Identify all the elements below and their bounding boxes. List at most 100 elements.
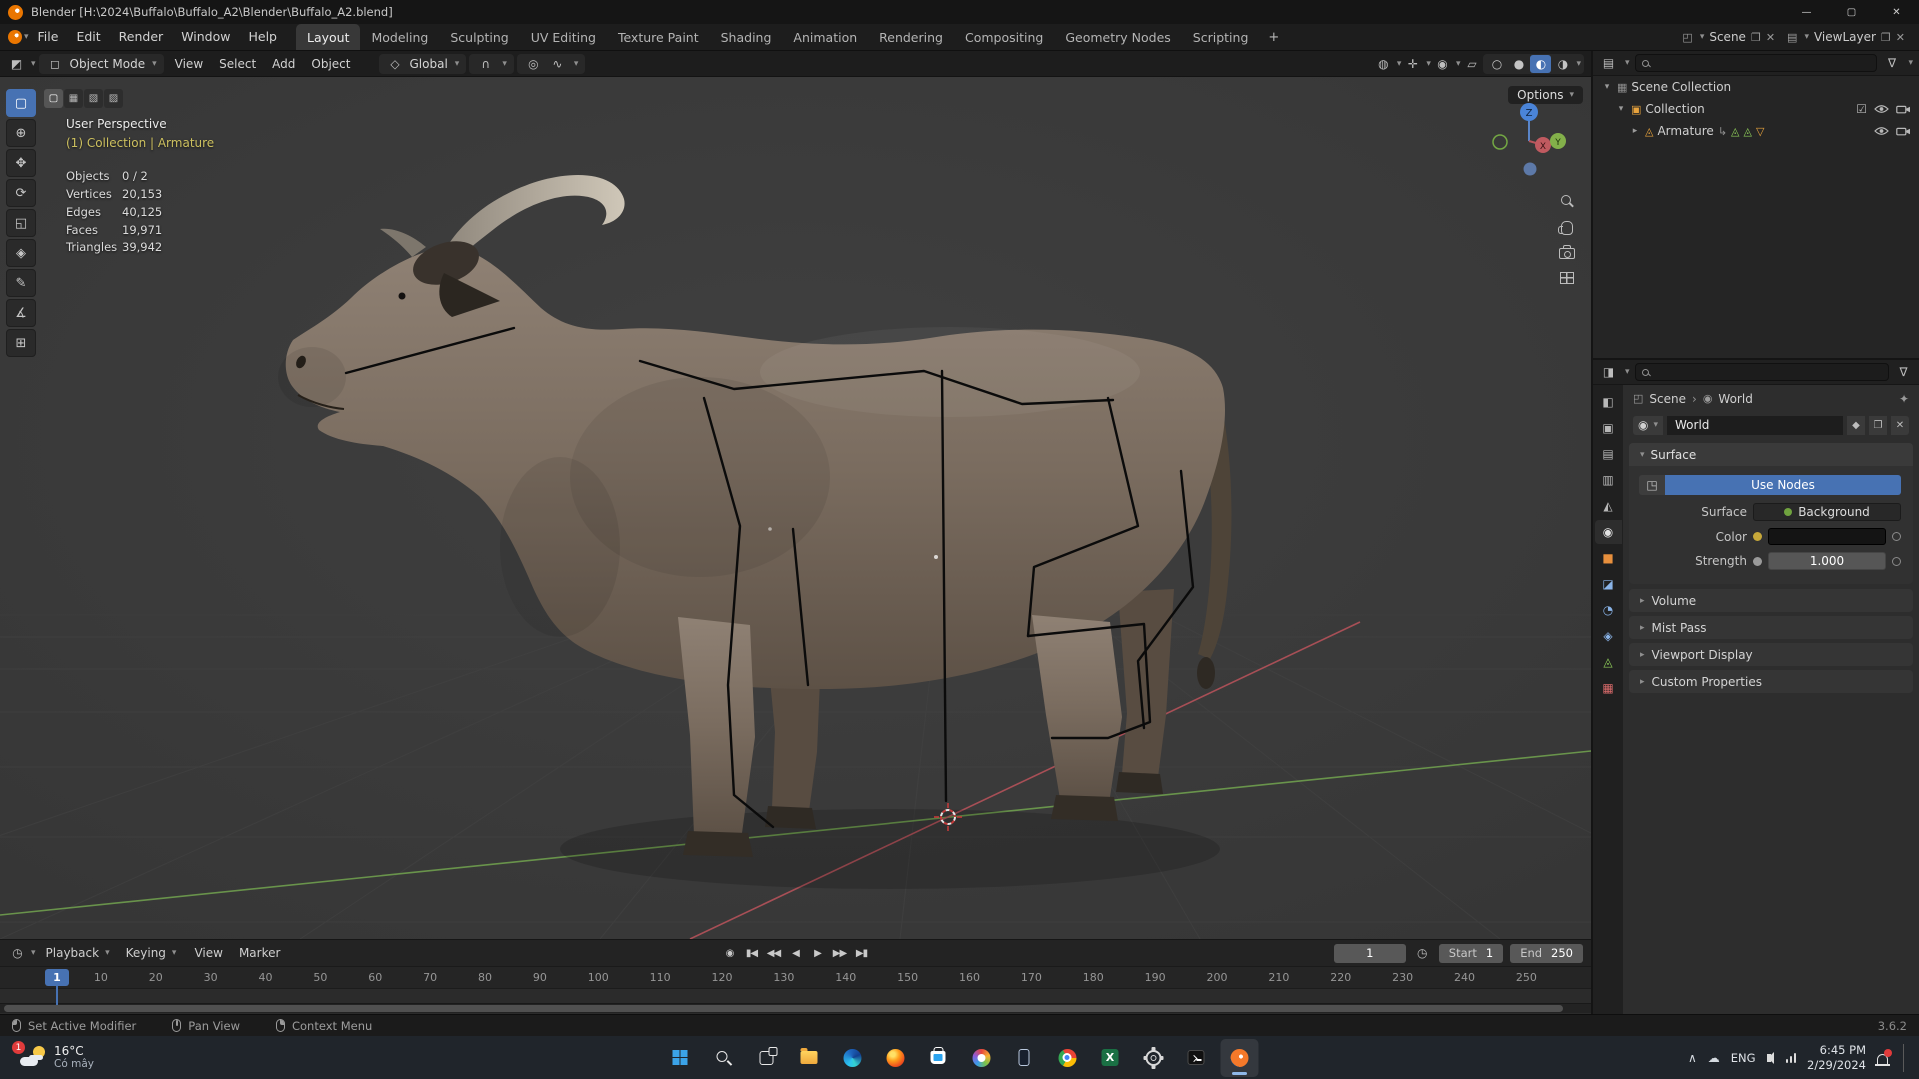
language-indicator[interactable]: ENG [1731,1051,1756,1065]
properties-tab-data[interactable]: ◬ [1595,650,1622,674]
outliner-row-collection[interactable]: ▾ ▣ Collection ☑ [1593,98,1919,120]
workspace-tab-modeling[interactable]: Modeling [360,24,439,50]
workspace-tab-geometry-nodes[interactable]: Geometry Nodes [1054,24,1181,50]
taskbar-edge-button[interactable] [833,1039,871,1077]
3d-scene[interactable] [0,77,1591,939]
new-viewlayer-icon[interactable]: ❐ [1881,31,1891,44]
viewport-menu-item[interactable]: Object [303,57,358,71]
new-scene-icon[interactable]: ❐ [1751,31,1761,44]
timeline-playhead[interactable]: 1 [45,969,69,1005]
weather-widget[interactable]: 1 16°C Có mây [12,1041,102,1073]
strength-value-field[interactable]: 1.000 [1768,552,1886,570]
add-workspace-button[interactable]: + [1259,30,1288,45]
taskbar-excel-button[interactable] [1091,1039,1129,1077]
select-mode-extend[interactable]: ▦ [64,89,83,108]
browse-world-button[interactable]: ◉ ▾ [1633,415,1664,435]
network-icon[interactable] [1785,1052,1797,1063]
filter-icon[interactable]: ∇ [1882,56,1901,70]
workspace-tab-animation[interactable]: Animation [782,24,868,50]
tool-scale[interactable]: ◱ [6,209,36,237]
notification-bell-icon[interactable] [1874,1048,1892,1066]
properties-tab-object[interactable]: ■ [1595,546,1622,570]
prev-keyframe-button[interactable]: ◀◀ [764,943,783,963]
onedrive-cloud-icon[interactable]: ☁ [1708,1051,1720,1065]
show-gizmos-icon[interactable]: ✛ [1403,57,1422,71]
workspace-tab-sculpting[interactable]: Sculpting [439,24,519,50]
zoom-icon[interactable] [1560,195,1574,208]
shading-material-preview-button[interactable]: ◐ [1530,54,1552,73]
xray-toggle-icon[interactable]: ▱ [1462,57,1481,71]
minimize-button[interactable]: — [1784,0,1829,24]
viewlayer-selector[interactable]: ▤ ▾ ViewLayer ❐ ✕ [1781,30,1911,44]
taskbar-phone-link-button[interactable] [1005,1039,1043,1077]
hide-viewport-eye-icon[interactable] [1874,104,1889,114]
unlink-datablock-icon[interactable]: ✕ [1891,415,1909,435]
workspace-tab-texture-paint[interactable]: Texture Paint [607,24,710,50]
scrollbar-thumb[interactable] [4,1005,1563,1012]
tool-cursor[interactable]: ⊕ [6,119,36,147]
properties-tab-view-layer[interactable]: ▥ [1595,468,1622,492]
expand-icon[interactable]: ▾ [1615,104,1627,114]
show-desktop-button[interactable] [1903,1043,1907,1072]
timeline-menu-item[interactable]: View [186,946,230,960]
properties-tab-render[interactable]: ▣ [1595,416,1622,440]
tool-add-cube[interactable]: ⊞ [6,329,36,357]
object-visibility-icon[interactable]: ◍ [1374,57,1393,71]
playback-sync-icon[interactable]: ◷ [1413,946,1432,960]
record-button[interactable]: ◉ [720,943,739,963]
next-keyframe-button[interactable]: ▶▶ [830,943,849,963]
app-menu-item[interactable]: Render [110,24,173,50]
collapsed-panel[interactable]: ▸ Mist Pass [1629,616,1913,639]
workspace-tab-uv-editing[interactable]: UV Editing [520,24,607,50]
taskbar-clock[interactable]: 6:45 PM 2/29/2024 [1807,1043,1866,1072]
proportional-editing-controls[interactable]: ◎ ∿ ▾ [516,53,586,74]
select-mode-new[interactable]: ▢ [44,89,63,108]
editor-type-icon[interactable]: ▤ [1599,56,1618,70]
taskbar-photos-button[interactable] [962,1039,1000,1077]
taskbar-settings-button[interactable] [1134,1039,1172,1077]
volume-icon[interactable] [1766,1051,1774,1064]
viewport-menu-item[interactable]: View [167,57,211,71]
navigation-gizmo[interactable]: Z X Y [1489,99,1569,179]
color-swatch[interactable] [1768,528,1886,545]
world-name-field[interactable]: World [1667,415,1843,435]
frame-start-field[interactable]: Start 1 [1438,943,1504,963]
properties-search-input[interactable] [1634,363,1889,381]
app-menu-item[interactable]: Help [239,24,286,50]
gizmo-z-neg-axis[interactable] [1523,162,1537,176]
outliner-row-scene-collection[interactable]: ▾ ▦ Scene Collection [1593,76,1919,98]
orthographic-toggle-icon[interactable] [1560,272,1574,284]
viewport-menu-item[interactable]: Select [211,57,264,71]
collapsed-panel[interactable]: ▸ Volume [1629,589,1913,612]
disable-render-camera-icon[interactable] [1896,104,1911,114]
tool-move[interactable]: ✥ [6,149,36,177]
taskbar-chrome-button[interactable] [1048,1039,1086,1077]
properties-tab-modifiers[interactable]: ◪ [1595,572,1622,596]
mode-selector[interactable]: ◻ Object Mode ▾ [38,53,164,74]
tool-annotate[interactable]: ✎ [6,269,36,297]
properties-tab-texture[interactable]: ▦ [1595,676,1622,700]
outliner-search-input[interactable] [1634,54,1878,72]
snap-controls[interactable]: ∩ ▾ [469,53,514,74]
surface-panel-header[interactable]: ▾ Surface [1629,443,1913,466]
editor-type-icon[interactable]: ◨ [1599,365,1618,379]
3d-viewport[interactable]: ▢ ⊕ ✥ ⟳ ◱ ◈ ✎ ∡ ⊞ ▢ ▦ ▧ ▨ User Perspective (1) Coll… [0,77,1591,939]
remove-viewlayer-icon[interactable]: ✕ [1896,31,1905,44]
expand-icon[interactable]: ▾ [1601,82,1613,92]
keyframe-dot-icon[interactable] [1892,532,1901,541]
tray-expand-icon[interactable]: ∧ [1688,1051,1697,1065]
workspace-tab-shading[interactable]: Shading [710,24,783,50]
tool-rotate[interactable]: ⟳ [6,179,36,207]
properties-tab-scene[interactable]: ◭ [1595,494,1622,518]
surface-type-dropdown[interactable]: Background [1753,503,1901,521]
properties-tab-constraints[interactable]: ◈ [1595,624,1622,648]
fake-user-icon[interactable]: ◆ [1847,415,1865,435]
scene-selector[interactable]: ◰ ▾ Scene ❐ ✕ [1676,30,1781,44]
collapsed-panel[interactable]: ▸ Viewport Display [1629,643,1913,666]
tool-measure[interactable]: ∡ [6,299,36,327]
exclude-checkbox-icon[interactable]: ☑ [1856,102,1867,116]
shading-wireframe-button[interactable]: ○ [1486,55,1507,73]
tool-select-box[interactable]: ▢ [6,89,36,117]
use-nodes-button[interactable]: Use Nodes [1665,475,1901,495]
shading-solid-button[interactable]: ● [1508,55,1529,73]
